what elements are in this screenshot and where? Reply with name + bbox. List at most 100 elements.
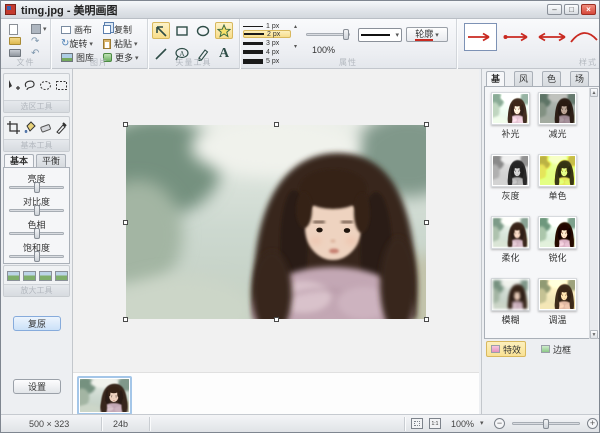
tool-picker[interactable] [54, 120, 69, 135]
view-preset-3[interactable] [38, 268, 53, 283]
line-width-3px[interactable]: 3 px [243, 39, 289, 47]
left-sidebar: 选区工具 基本工具 基本 平衡 亮度 对比度 色相 饱和度 [1, 69, 73, 416]
tool-arrow[interactable] [152, 22, 170, 39]
brightness-slider[interactable] [9, 186, 64, 189]
zoom-out-button[interactable]: − [494, 418, 505, 429]
line-width-4px[interactable]: 4 px [243, 48, 289, 56]
tab-basic-filters[interactable]: 基本 [486, 71, 505, 86]
vector-tools-group: A A 矢量工具 [148, 19, 240, 69]
double-arrow-icon [537, 32, 567, 42]
rotate-button[interactable]: ↻旋转▾ [61, 37, 93, 50]
redo-button[interactable]: ↷ [31, 35, 47, 47]
tab-style-filters[interactable]: 风格 [514, 71, 533, 86]
contrast-handle[interactable] [34, 205, 40, 216]
line-width-spin-up[interactable]: ▴ [294, 23, 297, 30]
settings-button[interactable]: 设置 [13, 379, 61, 394]
filter-grayscale[interactable]: 灰度 [491, 154, 530, 202]
close-button[interactable]: × [581, 4, 596, 15]
tool-fill[interactable] [22, 120, 37, 135]
outline-button[interactable]: 轮廓 ▾ [406, 27, 448, 42]
filter-fill-light[interactable]: 补光 [491, 92, 530, 140]
scroll-down-button[interactable]: ▼ [590, 330, 598, 339]
ribbon: ▾ ↷ ↶ 文件 画布 复制 ↻旋转▾ 粘贴▾ 图库 更多▾ 图片 [1, 19, 599, 69]
view-preset-1[interactable] [6, 268, 21, 283]
zoom-slider-handle[interactable] [543, 419, 549, 429]
photo-selection[interactable] [126, 125, 426, 319]
filter-warm[interactable]: 调温 [538, 278, 577, 326]
saturation-handle[interactable] [34, 251, 40, 262]
line-width-spin-down[interactable]: ▾ [294, 43, 297, 50]
tool-rect-select[interactable] [54, 78, 69, 93]
zoom-dropdown-caret[interactable]: ▾ [480, 419, 484, 427]
tool-star[interactable] [215, 22, 233, 39]
thumbnail-view-icon [23, 271, 36, 281]
arrow-tool-icon [154, 24, 168, 38]
new-button[interactable] [9, 23, 21, 35]
paste-dropdown-caret[interactable]: ▾ [134, 40, 138, 48]
star-tool-icon [217, 24, 231, 38]
save-dropdown-caret[interactable]: ▾ [43, 25, 47, 33]
handle-e[interactable] [424, 220, 429, 225]
handle-w[interactable] [123, 220, 128, 225]
open-button[interactable] [9, 35, 21, 47]
filter-monochrome[interactable]: 单色 [538, 154, 577, 202]
tab-basic[interactable]: 基本 [4, 154, 34, 167]
fit-to-window-icon[interactable] [411, 418, 423, 429]
opacity-slider[interactable] [306, 33, 350, 36]
film-thumbnail[interactable] [77, 376, 132, 415]
zoom-in-button[interactable]: + [587, 418, 598, 429]
handle-nw[interactable] [123, 122, 128, 127]
tab-balance[interactable]: 平衡 [36, 154, 66, 167]
zoom-level: 100% [451, 419, 474, 429]
tab-scene-filters[interactable]: 场景 [570, 71, 589, 86]
handle-s[interactable] [274, 317, 279, 322]
tool-move-select[interactable] [6, 78, 21, 93]
restore-button[interactable]: 复原 [13, 316, 61, 331]
tool-lasso-select[interactable] [22, 78, 37, 93]
hue-handle[interactable] [34, 228, 40, 239]
style-arrow-single[interactable] [464, 23, 497, 51]
canvas-button[interactable]: 画布 [61, 23, 92, 36]
maximize-button[interactable]: □ [564, 4, 579, 15]
style-arrow-dot[interactable] [501, 23, 534, 51]
view-preset-4[interactable] [54, 268, 69, 283]
handle-sw[interactable] [123, 317, 128, 322]
effects-button[interactable]: 特效 [486, 341, 526, 357]
actual-size-icon[interactable]: 1:1 [429, 418, 441, 429]
saturation-slider[interactable] [9, 255, 64, 258]
line-style-combo[interactable]: ▾ [358, 28, 402, 42]
style-curve[interactable] [569, 23, 599, 51]
save-button[interactable]: ▾ [31, 23, 47, 35]
filter-soften[interactable]: 柔化 [491, 216, 530, 264]
tool-ellipse[interactable] [194, 22, 212, 39]
style-arrow-double[interactable] [535, 23, 568, 51]
filter-sharpen[interactable]: 锐化 [538, 216, 577, 264]
zoom-slider[interactable] [512, 422, 580, 425]
tool-eraser[interactable] [38, 120, 53, 135]
border-button[interactable]: 边框 [536, 341, 576, 357]
contrast-slider[interactable] [9, 209, 64, 212]
paste-button[interactable]: 粘贴▾ [103, 37, 138, 50]
opacity-slider-handle[interactable] [343, 29, 349, 40]
brightness-handle[interactable] [34, 182, 40, 193]
handle-se[interactable] [424, 317, 429, 322]
canvas-area[interactable] [73, 69, 479, 416]
rotate-dropdown-caret[interactable]: ▾ [89, 40, 93, 48]
tool-ellipse-select[interactable] [38, 78, 53, 93]
handle-n[interactable] [274, 122, 279, 127]
tab-color-filters[interactable]: 色彩 [542, 71, 561, 86]
handle-ne[interactable] [424, 122, 429, 127]
scroll-up-button[interactable]: ▲ [590, 88, 598, 97]
filter-scrollbar[interactable]: ▲ ▼ [589, 88, 598, 339]
filter-reduce-light[interactable]: 减光 [538, 92, 577, 140]
line-width-2px[interactable]: 2 px [243, 30, 291, 38]
tool-crop[interactable] [6, 120, 21, 135]
copy-button[interactable]: 复制 [103, 23, 132, 36]
line-width-1px[interactable]: 1 px [243, 22, 289, 30]
app-window: timg.jpg - 美明画图 – □ × ▾ ↷ ↶ 文件 画布 复制 [0, 0, 600, 433]
filter-blur[interactable]: 模糊 [491, 278, 530, 326]
hue-slider[interactable] [9, 232, 64, 235]
view-preset-2[interactable] [22, 268, 37, 283]
tool-rectangle[interactable] [173, 22, 191, 39]
minimize-button[interactable]: – [547, 4, 562, 15]
